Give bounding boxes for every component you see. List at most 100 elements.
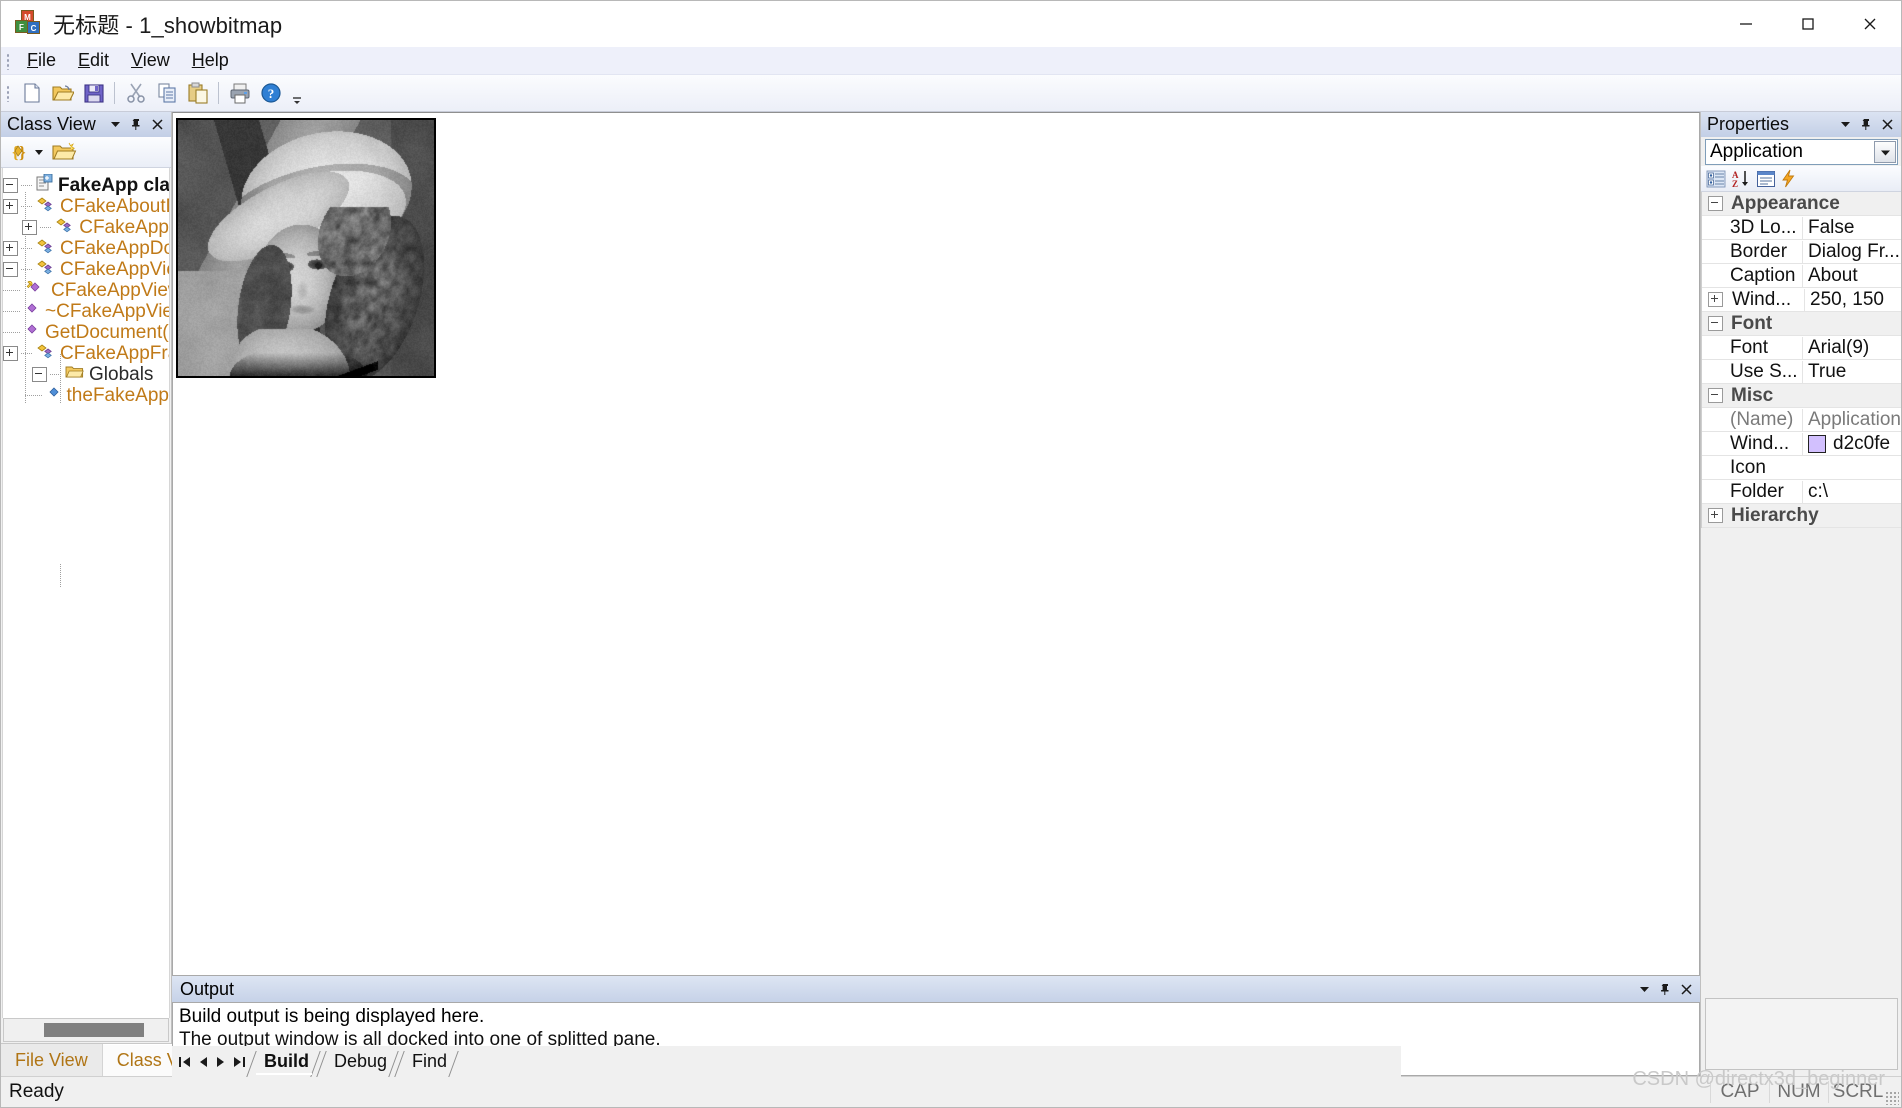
class-view-pin-icon[interactable] (129, 117, 144, 132)
class-view-dropdown-icon[interactable] (108, 117, 123, 132)
class-view-tree[interactable]: FakeApp classes CFakeAboutDlg (2, 168, 170, 1018)
menu-edit[interactable]: Edit (67, 48, 120, 73)
property-value[interactable]: c:\ (1802, 480, 1901, 503)
property-category-hierarchy[interactable]: Hierarchy (1702, 504, 1901, 528)
nav-first-icon[interactable] (176, 1050, 194, 1074)
tree-expander-plus[interactable] (3, 199, 18, 214)
tree-node-label: theFakeApp (66, 384, 169, 406)
property-value-color[interactable]: d2c0fe (1802, 432, 1901, 455)
tree-node-class[interactable]: CFakeAppFrame (3, 343, 169, 364)
property-category-font[interactable]: Font (1702, 312, 1901, 336)
class-view-close-icon[interactable] (150, 117, 165, 132)
open-icon[interactable] (48, 79, 77, 108)
toolbar-overflow-icon[interactable] (290, 77, 304, 109)
output-dropdown-icon[interactable] (1637, 982, 1652, 997)
tree-node-class[interactable]: CFakeAppView (3, 259, 169, 280)
minimize-button[interactable] (1715, 1, 1777, 46)
print-icon[interactable] (225, 79, 254, 108)
nav-last-icon[interactable] (230, 1050, 248, 1074)
category-expander-minus[interactable] (1708, 388, 1723, 403)
properties-grid[interactable]: Appearance 3D Lo... False Border Dialog … (1701, 192, 1901, 528)
property-row-icon[interactable]: Icon (1702, 456, 1901, 480)
help-icon[interactable]: ? (256, 79, 285, 108)
property-row-3d-look[interactable]: 3D Lo... False (1702, 216, 1901, 240)
copy-icon[interactable] (152, 79, 181, 108)
property-value[interactable]: 250, 150 (1804, 288, 1901, 311)
tree-node-globals-folder[interactable]: Globals (3, 364, 169, 385)
property-row-border[interactable]: Border Dialog Fr... (1702, 240, 1901, 264)
menu-help[interactable]: Help (181, 48, 240, 73)
category-expander-minus[interactable] (1708, 196, 1723, 211)
menu-file[interactable]: File (16, 48, 67, 73)
new-icon[interactable] (17, 79, 46, 108)
class-view-dropdown-arrow-icon[interactable] (33, 139, 45, 165)
tree-node-root[interactable]: FakeApp classes (3, 173, 169, 196)
events-icon[interactable] (1780, 168, 1798, 190)
menu-grip-handle[interactable] (4, 51, 14, 70)
category-expander-plus[interactable] (1708, 508, 1723, 523)
property-row-caption[interactable]: Caption About (1702, 264, 1901, 288)
resize-grip-icon[interactable] (1885, 1091, 1899, 1105)
chevron-down-icon[interactable] (1874, 141, 1896, 163)
property-expander-plus[interactable] (1708, 292, 1723, 307)
property-row-use-system-font[interactable]: Use S... True (1702, 360, 1901, 384)
class-icon (36, 259, 55, 281)
property-row-window-color[interactable]: Wind... d2c0fe (1702, 432, 1901, 456)
maximize-button[interactable] (1777, 1, 1839, 46)
tree-expander-minus[interactable] (3, 178, 18, 193)
nav-next-icon[interactable] (212, 1050, 230, 1074)
output-close-icon[interactable] (1679, 982, 1694, 997)
property-value[interactable]: Dialog Fr... (1802, 240, 1901, 263)
caps-lock-indicator: CAP (1710, 1081, 1769, 1103)
close-button[interactable] (1839, 1, 1901, 46)
property-category-misc[interactable]: Misc (1702, 384, 1901, 408)
property-value[interactable]: False (1802, 216, 1901, 239)
properties-pin-icon[interactable] (1859, 117, 1874, 132)
tree-node-class[interactable]: CFakeAboutDlg (3, 196, 169, 217)
document-view[interactable] (172, 112, 1700, 976)
cut-icon[interactable] (121, 79, 150, 108)
tree-expander-plus[interactable] (3, 241, 18, 256)
scrollbar-thumb[interactable] (44, 1023, 144, 1037)
tree-node-member[interactable]: GetDocument() (3, 322, 169, 343)
nav-previous-icon[interactable] (194, 1050, 212, 1074)
property-category-appearance[interactable]: Appearance (1702, 192, 1901, 216)
properties-close-icon[interactable] (1880, 117, 1895, 132)
tree-node-class[interactable]: CFakeAppDoc (3, 238, 169, 259)
category-expander-minus[interactable] (1708, 316, 1723, 331)
properties-dropdown-icon[interactable] (1838, 117, 1853, 132)
property-value[interactable]: Arial(9) (1802, 336, 1901, 359)
tree-expander-minus[interactable] (3, 262, 18, 277)
menu-view[interactable]: View (120, 48, 181, 73)
property-value[interactable]: True (1802, 360, 1901, 383)
paste-icon[interactable] (183, 79, 212, 108)
tree-node-member[interactable]: CFakeAppView() (3, 280, 169, 301)
tree-node-member[interactable]: ~CFakeAppView() (3, 301, 169, 322)
tree-expander-minus[interactable] (32, 367, 47, 382)
application-window: M F C 无标题 - 1_showbitmap File Edit View … (0, 0, 1902, 1108)
property-pages-icon[interactable] (1756, 168, 1776, 190)
alphabetical-icon[interactable]: A Z (1730, 168, 1752, 190)
output-tab-build[interactable]: Build (246, 1048, 321, 1077)
output-tab-find[interactable]: Find (394, 1048, 459, 1077)
property-row-folder[interactable]: Folder c:\ (1702, 480, 1901, 504)
property-row-window-size[interactable]: Wind... 250, 150 (1702, 288, 1901, 312)
tree-expander-plus[interactable] (22, 220, 38, 235)
property-value[interactable]: About (1802, 264, 1901, 287)
new-folder-icon[interactable] (51, 139, 77, 165)
toolbar-grip-handle[interactable] (4, 84, 14, 102)
property-row-name[interactable]: (Name) Application (1702, 408, 1901, 432)
tree-node-class[interactable]: CFakeApp (3, 217, 169, 238)
property-row-font[interactable]: Font Arial(9) (1702, 336, 1901, 360)
save-icon[interactable] (79, 79, 108, 108)
class-view-horizontal-scrollbar[interactable] (3, 1018, 169, 1042)
tree-expander-plus[interactable] (3, 346, 18, 361)
class-view-sort-icon[interactable]: { } (9, 139, 33, 165)
property-value[interactable]: Application (1802, 408, 1901, 431)
output-pin-icon[interactable] (1658, 982, 1673, 997)
output-tab-debug[interactable]: Debug (316, 1048, 399, 1077)
tree-node-member[interactable]: theFakeApp (3, 385, 169, 406)
tab-file-view[interactable]: File View (1, 1044, 103, 1076)
object-selector-combobox[interactable]: Application (1705, 139, 1898, 165)
categorized-icon[interactable] (1706, 168, 1726, 190)
